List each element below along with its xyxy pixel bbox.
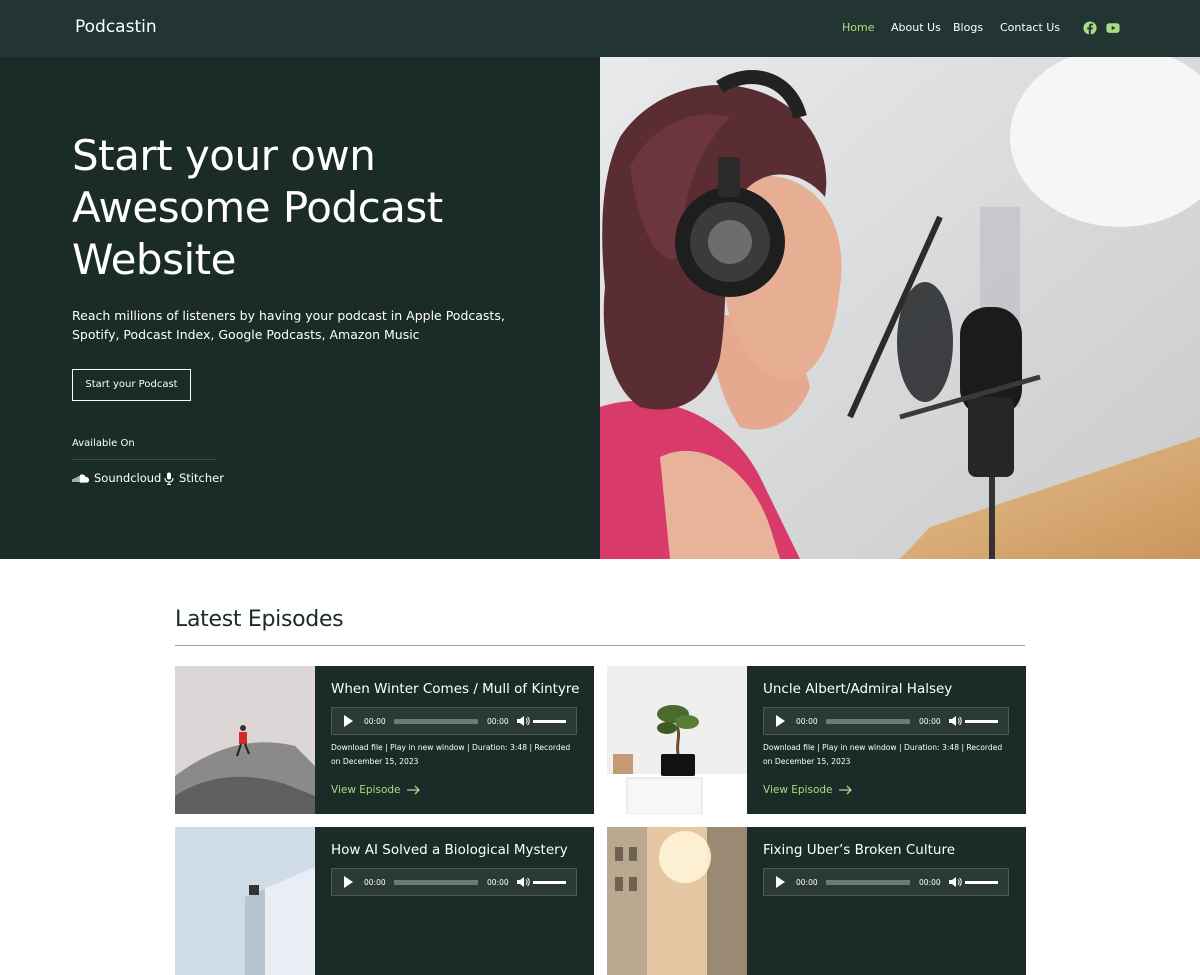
play-icon[interactable] [344,876,353,888]
duration: Duration: 3:48 [472,743,528,752]
divider [72,459,216,460]
platform-soundcloud[interactable]: Soundcloud [72,471,161,485]
nav-about-us[interactable]: About Us [891,21,941,34]
total-time: 00:00 [487,878,509,887]
episode-title[interactable]: How AI Solved a Biological Mystery [331,842,591,858]
episode-thumbnail[interactable] [607,827,747,975]
nav-blogs[interactable]: Blogs [953,21,983,34]
volume-icon[interactable] [948,715,962,727]
site-logo[interactable]: Podcastin [75,17,157,37]
play-icon[interactable] [776,715,785,727]
audio-player: 00:00 00:00 [763,868,1009,896]
view-episode-link[interactable]: View Episode [763,784,853,796]
volume-slider[interactable] [533,720,566,723]
arrow-right-icon [838,785,852,795]
section-divider [175,645,1025,646]
view-episode-link[interactable]: View Episode [331,784,421,796]
building-photo [175,827,315,975]
episode-thumbnail[interactable] [175,666,315,814]
site-header: Podcastin Home About Us Blogs Contact Us [0,0,1200,57]
platform-stitcher[interactable]: Stitcher [164,471,224,485]
bonsai-photo [607,666,747,814]
current-time: 00:00 [796,717,818,726]
start-podcast-button[interactable]: Start your Podcast [72,369,191,401]
episode-thumbnail[interactable] [607,666,747,814]
microphone-icon [164,472,174,485]
seek-bar[interactable] [394,880,478,885]
episode-title[interactable]: When Winter Comes / Mull of Kintyre [331,681,591,697]
current-time: 00:00 [364,717,386,726]
total-time: 00:00 [919,717,941,726]
volume-icon[interactable] [516,876,530,888]
arrow-right-icon [406,785,420,795]
soundcloud-icon [72,473,89,483]
facebook-icon[interactable] [1083,21,1097,35]
hero-title: Start your own Awesome Podcast Website [72,131,443,284]
episode-card: Fixing Uber’s Broken Culture 00:00 00:00 [607,827,1026,975]
current-time: 00:00 [796,878,818,887]
seek-bar[interactable] [826,880,910,885]
duration: Duration: 3:48 [904,743,960,752]
seek-bar[interactable] [826,719,910,724]
episode-meta: Download file | Play in new window | Dur… [763,743,1003,766]
youtube-icon[interactable] [1106,21,1120,35]
play-new-window-link[interactable]: Play in new window [822,743,897,752]
audio-player: 00:00 00:00 [331,868,577,896]
platform-label: Stitcher [179,471,224,485]
volume-icon[interactable] [948,876,962,888]
episode-thumbnail[interactable] [175,827,315,975]
play-icon[interactable] [776,876,785,888]
current-time: 00:00 [364,878,386,887]
seek-bar[interactable] [394,719,478,724]
episode-meta: Download file | Play in new window | Dur… [331,743,571,766]
volume-slider[interactable] [965,881,998,884]
view-episode-label: View Episode [331,784,401,796]
volume-slider[interactable] [533,881,566,884]
nav-home[interactable]: Home [842,21,874,34]
available-on-label: Available On [72,438,135,449]
volume-slider[interactable] [965,720,998,723]
episode-card: When Winter Comes / Mull of Kintyre 00:0… [175,666,594,814]
platform-label: Soundcloud [94,471,162,485]
download-link[interactable]: Download file [331,743,383,752]
play-icon[interactable] [344,715,353,727]
climber-photo [175,666,315,814]
volume-icon[interactable] [516,715,530,727]
hero-image [600,57,1200,559]
street-photo [607,827,747,975]
nav-contact-us[interactable]: Contact Us [1000,21,1060,34]
episode-title[interactable]: Uncle Albert/Admiral Halsey [763,681,1023,697]
hero-subtitle: Reach millions of listeners by having yo… [72,308,505,342]
episode-card: How AI Solved a Biological Mystery 00:00… [175,827,594,975]
download-link[interactable]: Download file [763,743,815,752]
total-time: 00:00 [919,878,941,887]
episode-card: Uncle Albert/Admiral Halsey 00:00 00:00 … [607,666,1026,814]
total-time: 00:00 [487,717,509,726]
episode-title[interactable]: Fixing Uber’s Broken Culture [763,842,1023,858]
audio-player: 00:00 00:00 [331,707,577,735]
play-new-window-link[interactable]: Play in new window [390,743,465,752]
section-title: Latest Episodes [175,607,344,632]
audio-player: 00:00 00:00 [763,707,1009,735]
podcaster-photo [600,57,1200,559]
view-episode-label: View Episode [763,784,833,796]
